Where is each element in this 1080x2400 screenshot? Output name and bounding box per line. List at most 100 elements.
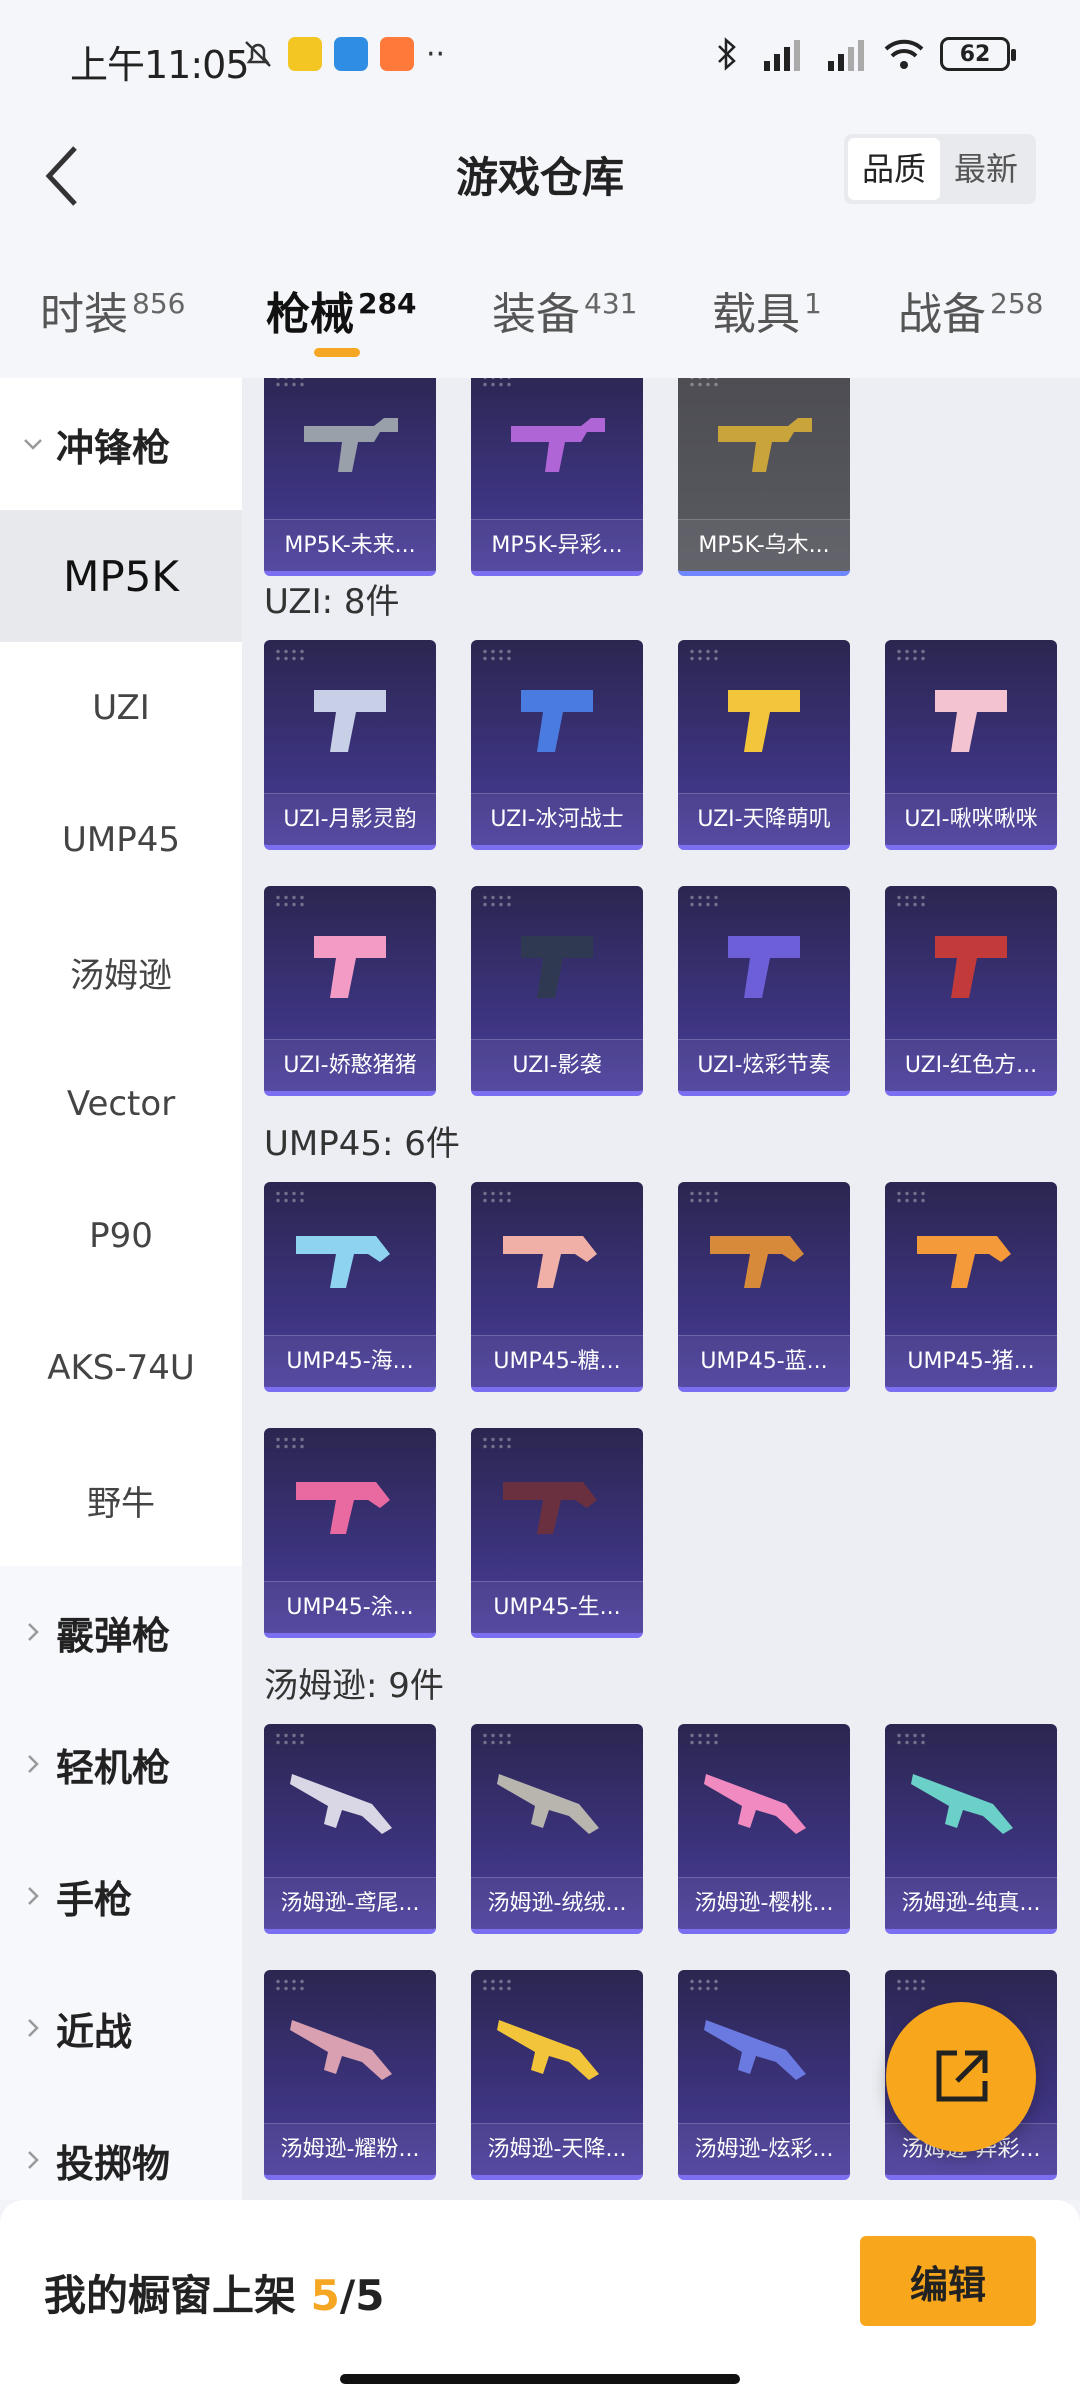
mp5k-gun-icon <box>718 418 812 472</box>
item-card[interactable]: 汤姆逊-耀粉... <box>264 1970 436 2180</box>
sidebar-item-bison[interactable]: 野牛 <box>0 1434 242 1566</box>
sidebar-item-p90[interactable]: P90 <box>0 1170 242 1302</box>
shelf-status: 我的橱窗上架 5/5 <box>44 2271 385 2320</box>
ump45-gun-icon <box>917 1236 1011 1288</box>
battery-indicator: 62 <box>940 37 1016 71</box>
chevron-right-icon <box>28 1755 39 1773</box>
sidebar-group-throwable[interactable]: 投掷物 <box>0 2094 242 2200</box>
tab-vehicles[interactable]: 载具 1 <box>712 278 822 342</box>
mute-bell-icon <box>245 41 271 67</box>
uzi-gun-icon <box>314 690 386 752</box>
item-card[interactable]: UZI-炫彩节奏 <box>678 886 850 1096</box>
sidebar-item-vector[interactable]: Vector <box>0 1038 242 1170</box>
thompson-gun-icon <box>497 1774 599 1834</box>
uzi-gun-icon <box>935 936 1007 998</box>
item-card[interactable]: UZI-娇憨猪猪 <box>264 886 436 1096</box>
item-card[interactable]: UZI-冰河战士 <box>471 640 643 850</box>
sidebar-group-lmg[interactable]: 轻机枪 <box>0 1698 242 1830</box>
item-card[interactable]: UZI-月影灵韵 <box>264 640 436 850</box>
signal-2-icon <box>828 40 864 71</box>
mp5k-gun-icon <box>304 418 398 472</box>
thompson-gun-icon <box>497 2020 599 2080</box>
item-card[interactable]: UMP45-糖... <box>471 1182 643 1392</box>
item-card[interactable]: MP5K-乌木... <box>678 378 850 576</box>
section-title-uzi: UZI: 8件 <box>264 582 400 622</box>
bluetooth-icon <box>718 37 736 71</box>
notification-icons: ·· <box>240 36 445 72</box>
thompson-gun-icon <box>290 2020 392 2080</box>
item-card[interactable]: UZI-红色方... <box>885 886 1057 1096</box>
sidebar-item-mp5k[interactable]: MP5K <box>0 510 242 642</box>
more-notifications-icon: ·· <box>426 36 446 72</box>
tab-fashion[interactable]: 时装 856 <box>40 278 185 342</box>
wifi-icon <box>884 39 924 69</box>
sort-quality-button[interactable]: 品质 <box>847 138 940 200</box>
sidebar-group-smg[interactable]: 冲锋枪 <box>0 378 242 510</box>
wallet-notification-icon <box>334 37 368 71</box>
thompson-gun-icon <box>704 2020 806 2080</box>
uzi-gun-icon <box>935 690 1007 752</box>
chevron-down-icon <box>24 439 42 450</box>
item-card[interactable]: 汤姆逊-鸢尾... <box>264 1724 436 1934</box>
signal-1-icon <box>764 40 800 71</box>
item-card[interactable]: 汤姆逊-绒绒... <box>471 1724 643 1934</box>
uzi-gun-icon <box>728 936 800 998</box>
uzi-gun-icon <box>521 690 593 752</box>
item-card[interactable]: 汤姆逊-樱桃... <box>678 1724 850 1934</box>
section-title-ump45: UMP45: 6件 <box>264 1124 460 1164</box>
item-card[interactable]: UMP45-涂... <box>264 1428 436 1638</box>
tab-guns[interactable]: 枪械 284 <box>266 278 416 342</box>
item-grid: MP5K-未来... MP5K-异彩... MP5K-乌木... UZI: 8件… <box>242 378 1080 2200</box>
sidebar: 冲锋枪 MP5K UZI UMP45 汤姆逊 Vector P90 AKS-74… <box>0 378 242 2200</box>
thompson-gun-icon <box>704 1774 806 1834</box>
share-external-icon <box>936 2050 988 2102</box>
sort-latest-button[interactable]: 最新 <box>940 138 1032 200</box>
bottom-bar: 我的橱窗上架 5/5 编辑 <box>0 2200 1080 2400</box>
sidebar-item-thompson[interactable]: 汤姆逊 <box>0 906 242 1038</box>
sidebar-group-melee[interactable]: 近战 <box>0 1962 242 2094</box>
item-card[interactable]: MP5K-异彩... <box>471 378 643 576</box>
ump45-gun-icon <box>503 1236 597 1288</box>
status-time: 上午11:05 <box>70 43 250 87</box>
item-card[interactable]: 汤姆逊-炫彩... <box>678 1970 850 2180</box>
sidebar-group-shotgun[interactable]: 霰弹枪 <box>0 1566 242 1698</box>
chevron-right-icon <box>28 2019 39 2037</box>
category-tabs: 时装 856 枪械 284 装备 431 载具 1 战备 258 <box>0 238 1080 378</box>
item-card[interactable]: 汤姆逊-天降... <box>471 1970 643 2180</box>
sidebar-group-pistol[interactable]: 手枪 <box>0 1830 242 1962</box>
chevron-right-icon <box>28 1887 39 1905</box>
home-indicator[interactable] <box>340 2374 740 2384</box>
share-button[interactable] <box>886 2002 1036 2152</box>
header: 游戏仓库 品质 最新 <box>0 118 1080 238</box>
item-card[interactable]: UZI-天降萌叽 <box>678 640 850 850</box>
uzi-gun-icon <box>314 936 386 998</box>
active-tab-indicator <box>314 348 360 357</box>
item-card[interactable]: UMP45-生... <box>471 1428 643 1638</box>
mp5k-gun-icon <box>511 418 605 472</box>
sort-toggle: 品质 最新 <box>843 134 1036 204</box>
ump45-gun-icon <box>296 1236 390 1288</box>
item-card[interactable]: UZI-影袭 <box>471 886 643 1096</box>
ump45-gun-icon <box>296 1482 390 1534</box>
sidebar-item-aks74u[interactable]: AKS-74U <box>0 1302 242 1434</box>
status-right: 62 <box>714 36 1016 72</box>
thompson-gun-icon <box>290 1774 392 1834</box>
item-card[interactable]: UMP45-蓝... <box>678 1182 850 1392</box>
sidebar-item-ump45[interactable]: UMP45 <box>0 774 242 906</box>
item-card[interactable]: UMP45-海... <box>264 1182 436 1392</box>
app-notification-icon <box>288 37 322 71</box>
item-card[interactable]: UZI-啾咪啾咪 <box>885 640 1057 850</box>
ump45-gun-icon <box>710 1236 804 1288</box>
tab-supplies[interactable]: 战备 258 <box>898 278 1043 342</box>
edit-button[interactable]: 编辑 <box>860 2236 1036 2326</box>
uzi-gun-icon <box>728 690 800 752</box>
item-card[interactable]: MP5K-未来... <box>264 378 436 576</box>
sidebar-item-uzi[interactable]: UZI <box>0 642 242 774</box>
item-card[interactable]: UMP45-猪... <box>885 1182 1057 1392</box>
tab-equipment[interactable]: 装备 431 <box>492 278 637 342</box>
status-bar: 上午11:05 ·· 62 <box>0 0 1080 118</box>
item-card[interactable]: 汤姆逊-纯真... <box>885 1724 1057 1934</box>
chevron-right-icon <box>28 2151 39 2169</box>
section-title-thompson: 汤姆逊: 9件 <box>264 1666 444 1706</box>
thompson-gun-icon <box>911 1774 1013 1834</box>
